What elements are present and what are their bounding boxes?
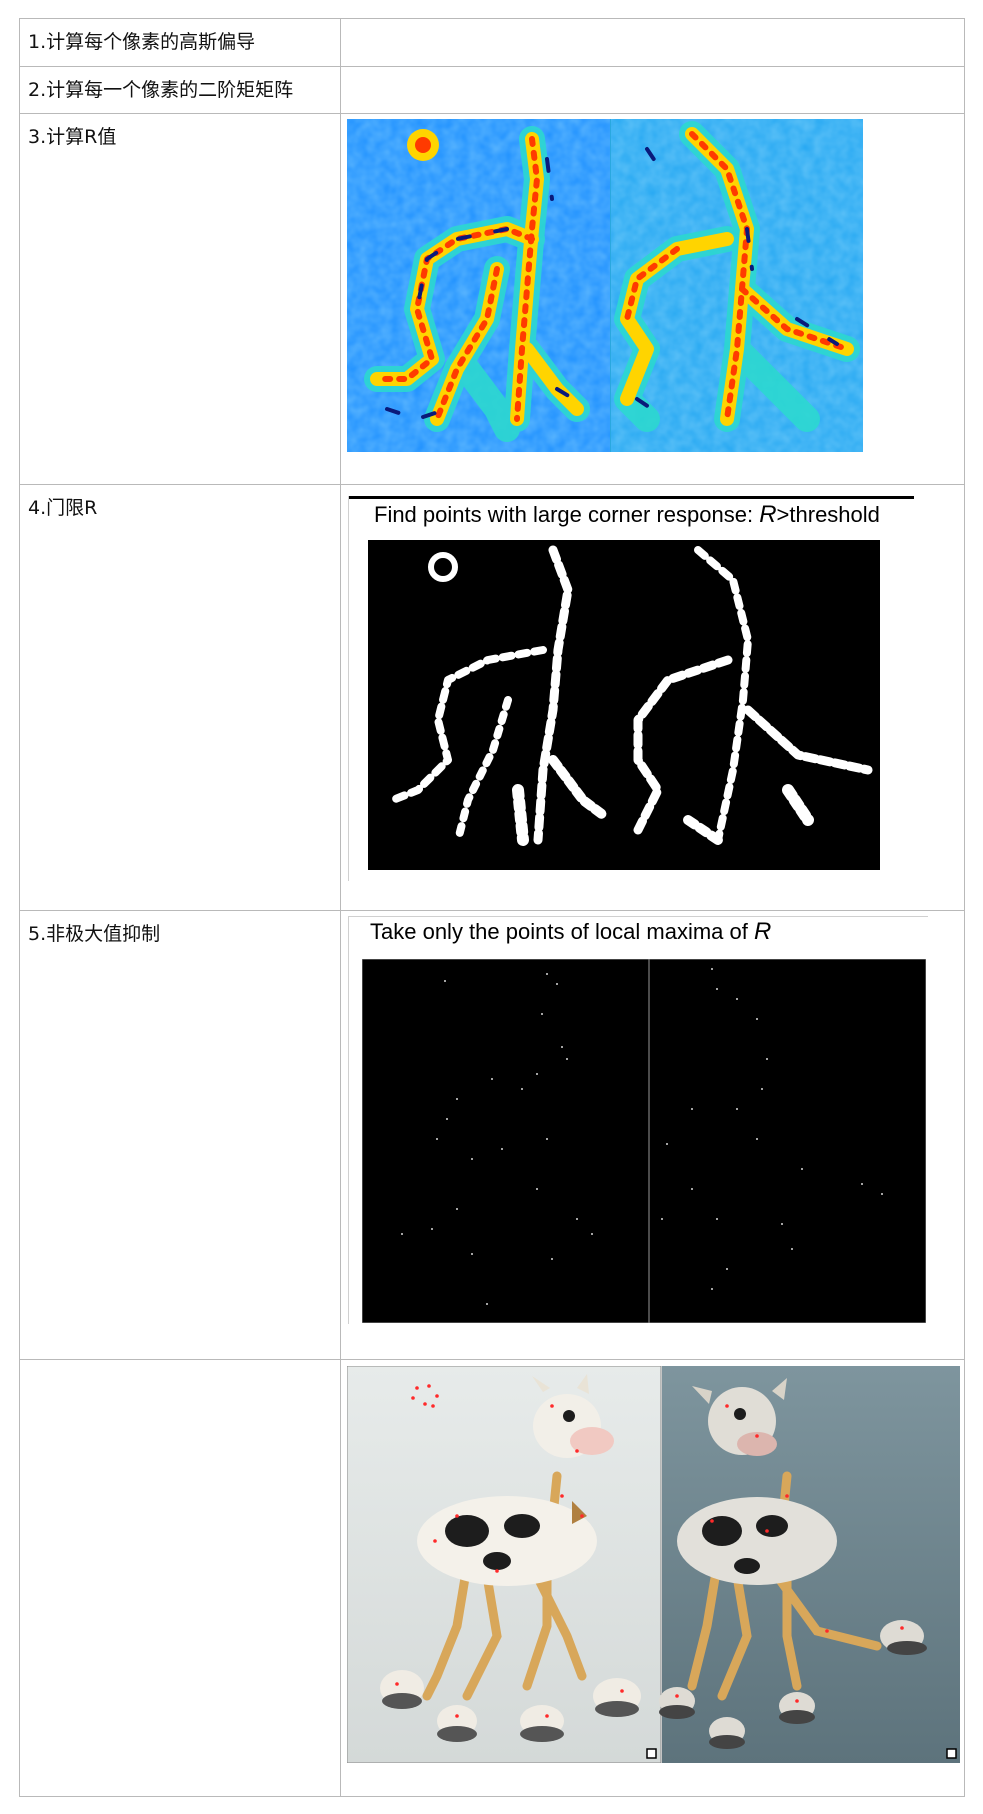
step-label-cell xyxy=(19,1359,341,1797)
threshold-figure xyxy=(368,540,880,870)
step-label xyxy=(20,1360,340,1371)
step-row-4: 4.门限R Find points with large corner resp… xyxy=(19,484,965,911)
nms-figure xyxy=(362,959,926,1323)
step-label: 5.非极大值抑制 xyxy=(28,923,161,945)
threshold-caption: Find points with large corner response: … xyxy=(374,501,880,529)
corner-result-figure xyxy=(347,1366,960,1763)
step-label: 2.计算每一个像素的二阶矩矩阵 xyxy=(28,79,294,101)
heatmap-blob xyxy=(415,137,431,153)
step-row-5: 5.非极大值抑制 Take only the points of local m… xyxy=(19,910,965,1360)
step-media-cell xyxy=(340,18,965,67)
step-row-1: 1.计算每个像素的高斯偏导 xyxy=(19,18,965,67)
step-label: 4.门限R xyxy=(28,497,98,519)
corner-detection-photos xyxy=(347,1366,960,1763)
caption-variable: R xyxy=(759,501,777,528)
r-response-heatmap xyxy=(347,119,863,452)
step-media-cell xyxy=(340,1359,965,1797)
figure-top-rule xyxy=(348,916,928,917)
photo-corner-mark xyxy=(946,1748,957,1759)
step-label-cell: 3.计算R值 xyxy=(19,113,341,485)
step-label-cell: 4.门限R xyxy=(19,484,341,911)
step-row-3: 3.计算R值 xyxy=(19,113,965,485)
step-media-cell: Take only the points of local maxima of … xyxy=(340,910,965,1360)
step-label-cell: 1.计算每个像素的高斯偏导 xyxy=(19,18,341,67)
photo-corner-mark xyxy=(646,1748,657,1759)
figure-left-rule xyxy=(348,916,349,1324)
step-row-6 xyxy=(19,1359,965,1797)
thresholded-r-map xyxy=(368,540,880,870)
caption-text: Find points with large corner response: xyxy=(374,502,760,527)
step-label: 1.计算每个像素的高斯偏导 xyxy=(28,31,256,53)
figure-left-rule xyxy=(348,496,349,881)
step-row-2: 2.计算每一个像素的二阶矩矩阵 xyxy=(19,66,965,114)
step-media-cell: Find points with large corner response: … xyxy=(340,484,965,911)
step-media-cell xyxy=(340,113,965,485)
step-label-cell: 2.计算每一个像素的二阶矩矩阵 xyxy=(19,66,341,114)
caption-variable: R xyxy=(753,918,772,945)
caption-suffix: >threshold xyxy=(776,502,880,527)
nms-caption: Take only the points of local maxima of … xyxy=(370,918,771,946)
steps-table: 1.计算每个像素的高斯偏导 2.计算每一个像素的二阶矩矩阵 3.计算R值 4.门… xyxy=(19,18,965,1797)
local-maxima-map xyxy=(362,959,926,1323)
step-label: 3.计算R值 xyxy=(28,126,117,148)
figure-top-rule xyxy=(348,496,914,499)
caption-text: Take only the points of local maxima of xyxy=(370,919,754,944)
step-label-cell: 5.非极大值抑制 xyxy=(19,910,341,1360)
nms-background xyxy=(362,959,926,1323)
r-response-heatmap-figure xyxy=(347,119,863,452)
step-media-cell xyxy=(340,66,965,114)
